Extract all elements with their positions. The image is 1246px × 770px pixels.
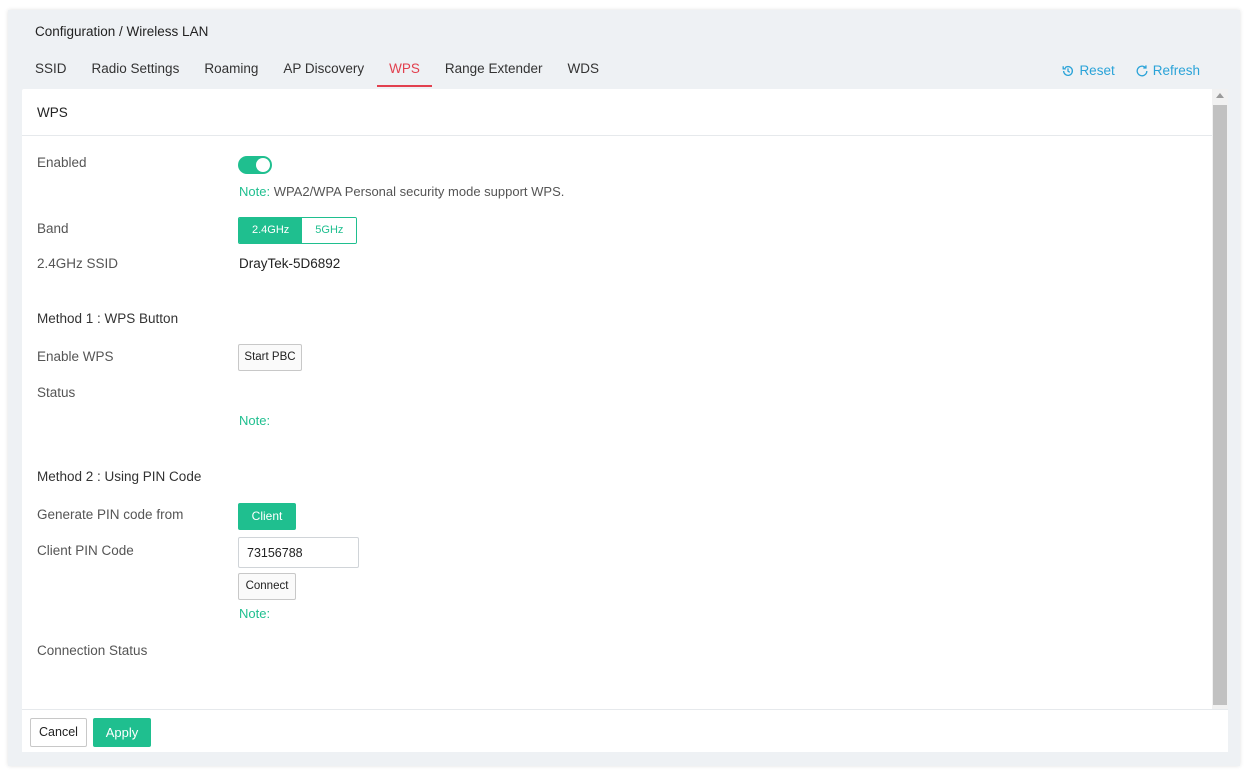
breadcrumb: Configuration / Wireless LAN [35, 24, 209, 39]
enabled-note: Note: WPA2/WPA Personal security mode su… [239, 184, 564, 199]
connect-button[interactable]: Connect [238, 573, 296, 600]
apply-button[interactable]: Apply [93, 718, 151, 747]
cancel-button[interactable]: Cancel [30, 718, 87, 747]
enabled-label: Enabled [37, 155, 87, 170]
refresh-icon [1136, 64, 1148, 76]
reset-icon [1062, 65, 1074, 76]
start-pbc-button[interactable]: Start PBC [238, 344, 302, 371]
panel-title: WPS [22, 89, 1228, 136]
app-frame: Configuration / Wireless LAN SSID Radio … [8, 10, 1240, 766]
tab-roaming[interactable]: Roaming [204, 61, 258, 87]
note-text: WPA2/WPA Personal security mode support … [270, 184, 565, 199]
panel-footer: Cancel Apply [22, 709, 1228, 752]
tab-radio-settings[interactable]: Radio Settings [92, 61, 180, 87]
client-button[interactable]: Client [238, 503, 296, 530]
band-option-2-4ghz[interactable]: 2.4GHz [239, 218, 303, 243]
client-pin-input[interactable] [238, 537, 359, 568]
scroll-thumb[interactable] [1213, 105, 1227, 705]
scroll-up-arrow-icon[interactable] [1216, 93, 1224, 98]
band-option-5ghz[interactable]: 5GHz [302, 218, 357, 243]
wps-panel: WPS Enabled Note: WPA2/WPA Personal secu… [22, 89, 1228, 752]
client-pin-label: Client PIN Code [37, 543, 134, 558]
band-selector: 2.4GHz 5GHz [238, 217, 358, 244]
method1-title: Method 1 : WPS Button [37, 311, 179, 326]
toggle-knob [256, 158, 270, 172]
connect-note-key: Note: [239, 606, 271, 621]
tab-bar: SSID Radio Settings Roaming AP Discovery… [35, 61, 624, 87]
tab-ssid[interactable]: SSID [35, 61, 67, 87]
tab-actions: Reset Refresh [1061, 63, 1200, 78]
scrollbar[interactable] [1212, 89, 1228, 709]
ssid-value: DrayTek-5D6892 [239, 256, 341, 271]
ssid-label: 2.4GHz SSID [37, 256, 119, 271]
status-note: Note: [239, 413, 270, 428]
connect-note: Note: [239, 606, 270, 621]
status-note-key: Note: [239, 413, 271, 428]
tab-wds[interactable]: WDS [567, 61, 599, 87]
enable-wps-label: Enable WPS [37, 349, 114, 364]
band-label: Band [37, 221, 69, 236]
enabled-toggle[interactable] [238, 156, 272, 174]
tab-range-extender[interactable]: Range Extender [445, 61, 543, 87]
tab-ap-discovery[interactable]: AP Discovery [283, 61, 364, 87]
tab-wps[interactable]: WPS [377, 61, 432, 87]
connection-status-label: Connection Status [37, 643, 148, 658]
reset-label: Reset [1079, 63, 1115, 78]
generate-pin-label: Generate PIN code from [37, 507, 184, 522]
status-label: Status [37, 385, 76, 400]
note-key: Note: [239, 184, 271, 199]
reset-button[interactable]: Reset [1061, 63, 1115, 78]
refresh-button[interactable]: Refresh [1135, 63, 1200, 78]
refresh-label: Refresh [1152, 63, 1200, 78]
method2-title: Method 2 : Using PIN Code [37, 469, 202, 484]
